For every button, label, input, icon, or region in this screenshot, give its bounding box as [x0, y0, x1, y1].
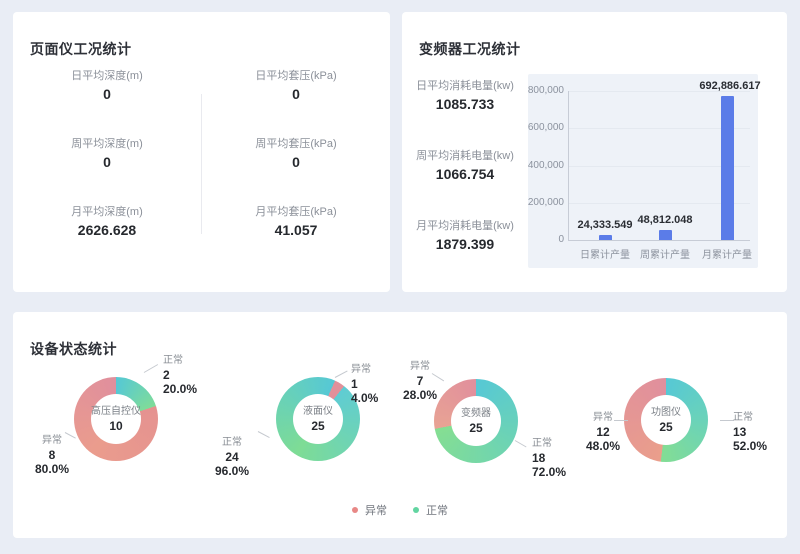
gauge-stats-grid: 日平均深度(m) 0 周平均深度(m) 0 月平均深度(m) 2626.628 …: [13, 68, 390, 274]
stat-value: 0: [255, 84, 336, 105]
stat-monthly-depth: 月平均深度(m) 2626.628: [71, 204, 143, 241]
donut-center-label: 高压自控仪 10: [74, 377, 158, 461]
x-category-label: 月累计产量: [687, 246, 767, 261]
donut-center-label: 功图仪 25: [624, 378, 708, 462]
stat-value: 0: [255, 152, 336, 173]
gauge-pressure-column: 日平均套压(kPa) 0 周平均套压(kPa) 0 月平均套压(kPa) 41.…: [202, 68, 390, 274]
stat-value: 2626.628: [71, 220, 143, 241]
slice-label-abnormal: 异常 8 80.0%: [22, 434, 82, 476]
inverter-stats-column: 日平均消耗电量(kw) 1085.733 周平均消耗电量(kw) 1066.75…: [402, 78, 528, 288]
stat-daily-depth: 日平均深度(m) 0: [71, 68, 143, 105]
y-tick: 400,000: [526, 160, 564, 171]
device-name: 功图仪: [651, 406, 681, 419]
device-total: 10: [109, 418, 122, 434]
slice-label-normal: 正常 24 96.0%: [202, 436, 262, 478]
bar-weekly-production[interactable]: [659, 230, 672, 240]
legend-item-normal[interactable]: 正常: [413, 502, 448, 518]
stat-label: 周平均套压(kPa): [255, 136, 336, 152]
slice-label-abnormal: 异常 1 4.0%: [351, 363, 378, 405]
slice-label-normal: 正常 13 52.0%: [733, 411, 767, 453]
slice-label-abnormal: 异常 7 28.0%: [390, 360, 450, 402]
stat-value: 1085.733: [416, 94, 514, 115]
panel-inverter-stats: 变频器工况统计 日平均消耗电量(kw) 1085.733 周平均消耗电量(kw)…: [402, 12, 787, 292]
panel-device-status: 设备状态统计 高压自控仪 10 正常 2 20.0% 异常 8 80.0% 液面…: [13, 312, 787, 538]
stat-value: 1879.399: [416, 234, 514, 255]
label-connector: [144, 364, 158, 373]
slice-label-normal: 正常 2 20.0%: [163, 354, 197, 396]
device-total: 25: [311, 418, 324, 434]
stat-label: 日平均消耗电量(kw): [416, 78, 514, 94]
panel-title: 变频器工况统计: [419, 39, 521, 59]
stat-weekly-casing-pressure: 周平均套压(kPa) 0: [255, 136, 336, 173]
y-tick: 200,000: [526, 197, 564, 208]
x-axis-line: 0: [568, 240, 750, 241]
stat-value: 0: [71, 84, 143, 105]
y-tick: 800,000: [526, 85, 564, 96]
stat-monthly-consumption: 月平均消耗电量(kw) 1879.399: [416, 218, 514, 255]
bar-value-label: 692,886.617: [675, 80, 785, 92]
y-axis-line: [568, 91, 569, 240]
panel-title: 设备状态统计: [30, 339, 117, 359]
bar-daily-production[interactable]: [599, 235, 612, 240]
device-name: 液面仪: [303, 405, 333, 418]
stat-label: 周平均消耗电量(kw): [416, 148, 514, 164]
stat-value: 0: [71, 152, 143, 173]
device-name: 高压自控仪: [91, 405, 141, 418]
slice-label-abnormal: 异常 12 48.0%: [573, 411, 633, 453]
device-total: 25: [659, 419, 672, 435]
panel-gauge-stats: 页面仪工况统计 日平均深度(m) 0 周平均深度(m) 0 月平均深度(m) 2…: [13, 12, 390, 292]
stat-weekly-depth: 周平均深度(m) 0: [71, 136, 143, 173]
stat-monthly-casing-pressure: 月平均套压(kPa) 41.057: [255, 204, 336, 241]
legend-item-abnormal[interactable]: 异常: [352, 502, 387, 518]
stat-value: 1066.754: [416, 164, 514, 185]
y-tick: 0: [526, 234, 564, 245]
y-tick: 600,000: [526, 122, 564, 133]
device-total: 25: [469, 420, 482, 436]
stat-label: 周平均深度(m): [71, 136, 143, 152]
stat-daily-consumption: 日平均消耗电量(kw) 1085.733: [416, 78, 514, 115]
gauge-depth-column: 日平均深度(m) 0 周平均深度(m) 0 月平均深度(m) 2626.628: [13, 68, 201, 274]
stat-label: 月平均消耗电量(kw): [416, 218, 514, 234]
stat-value: 41.057: [255, 220, 336, 241]
stat-label: 月平均套压(kPa): [255, 204, 336, 220]
production-bar-chart: 800,000 600,000 400,000 200,000 0 24,333…: [528, 74, 758, 268]
legend-dot-normal-icon: [413, 507, 419, 513]
stat-daily-casing-pressure: 日平均套压(kPa) 0: [255, 68, 336, 105]
legend-dot-abnormal-icon: [352, 507, 358, 513]
donut-center-label: 液面仪 25: [276, 377, 360, 461]
slice-label-normal: 正常 18 72.0%: [532, 437, 566, 479]
stat-label: 月平均深度(m): [71, 204, 143, 220]
stat-weekly-consumption: 周平均消耗电量(kw) 1066.754: [416, 148, 514, 185]
panel-title: 页面仪工况统计: [30, 39, 132, 59]
bar-value-label: 48,812.048: [610, 214, 720, 226]
status-legend: 异常 正常: [13, 502, 787, 518]
stat-label: 日平均深度(m): [71, 68, 143, 84]
bar-monthly-production[interactable]: [721, 96, 734, 240]
device-name: 变频器: [461, 407, 491, 420]
stat-label: 日平均套压(kPa): [255, 68, 336, 84]
label-connector: [720, 420, 734, 421]
